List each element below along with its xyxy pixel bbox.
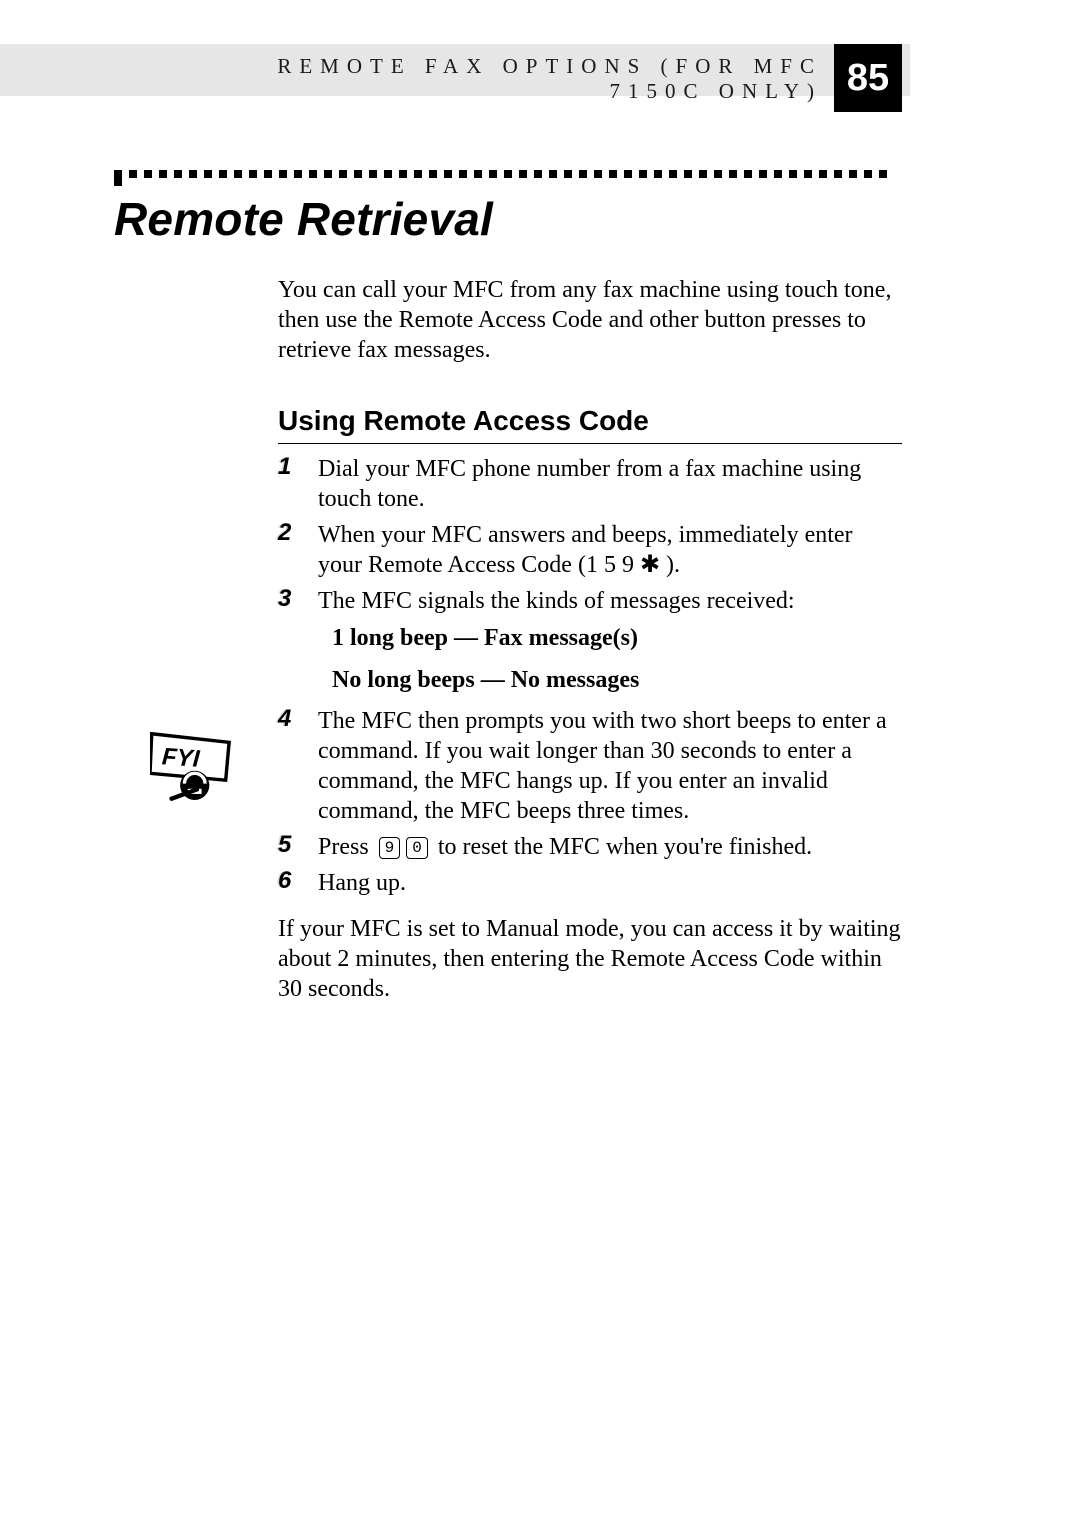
step-3: 3 The MFC signals the kinds of messages …: [278, 586, 902, 616]
step-number: 1: [278, 453, 306, 481]
step-text: The MFC signals the kinds of messages re…: [318, 586, 902, 616]
dotted-rule: [114, 170, 902, 180]
page-number: 85: [834, 44, 902, 112]
subsection-heading: Using Remote Access Code: [278, 405, 902, 437]
step-number: 2: [278, 519, 306, 547]
running-head: REMOTE FAX OPTIONS (FOR MFC 7150C ONLY): [222, 54, 822, 104]
step-text: When your MFC answers and beeps, immedia…: [318, 520, 902, 580]
key-sequence: 9 0: [379, 837, 428, 859]
intro-paragraph: You can call your MFC from any fax machi…: [278, 275, 902, 365]
fyi-note: If your MFC is set to Manual mode, you c…: [278, 914, 902, 1004]
step-4: 4 The MFC then prompts you with two shor…: [278, 706, 902, 826]
svg-text:FYI: FYI: [161, 743, 202, 773]
step-number: 3: [278, 585, 306, 613]
step-5-text-b: to reset the MFC when you're finished.: [438, 834, 812, 860]
page: REMOTE FAX OPTIONS (FOR MFC 7150C ONLY) …: [0, 0, 1080, 1519]
step-number: 6: [278, 867, 306, 895]
step-3-beep-line-2: No long beeps — No messages: [332, 664, 902, 696]
step-text: Press 9 0 to reset the MFC when you're f…: [318, 832, 902, 862]
step-6: 6 Hang up.: [278, 868, 902, 898]
step-text: The MFC then prompts you with two short …: [318, 706, 902, 826]
key-0: 0: [406, 837, 428, 859]
step-2: 2 When your MFC answers and beeps, immed…: [278, 520, 902, 580]
step-number: 4: [278, 705, 306, 733]
step-text: Dial your MFC phone number from a fax ma…: [318, 454, 902, 514]
fyi-icon: FYI: [150, 732, 236, 806]
step-5: 5 Press 9 0 to reset the MFC when you're…: [278, 832, 902, 862]
star-symbol: ✱: [640, 552, 660, 578]
step-text-b: ).: [660, 552, 680, 578]
step-text: Hang up.: [318, 868, 902, 898]
heading-rule: [278, 443, 902, 444]
section-title: Remote Retrieval: [114, 192, 493, 246]
key-9: 9: [379, 837, 401, 859]
step-3-beep-line-1: 1 long beep — Fax message(s): [332, 622, 902, 654]
step-5-text-a: Press: [318, 834, 375, 860]
step-text-a: When your MFC answers and beeps, immedia…: [318, 522, 853, 578]
step-number: 5: [278, 831, 306, 859]
body-content: You can call your MFC from any fax machi…: [278, 275, 902, 1004]
step-1: 1 Dial your MFC phone number from a fax …: [278, 454, 902, 514]
